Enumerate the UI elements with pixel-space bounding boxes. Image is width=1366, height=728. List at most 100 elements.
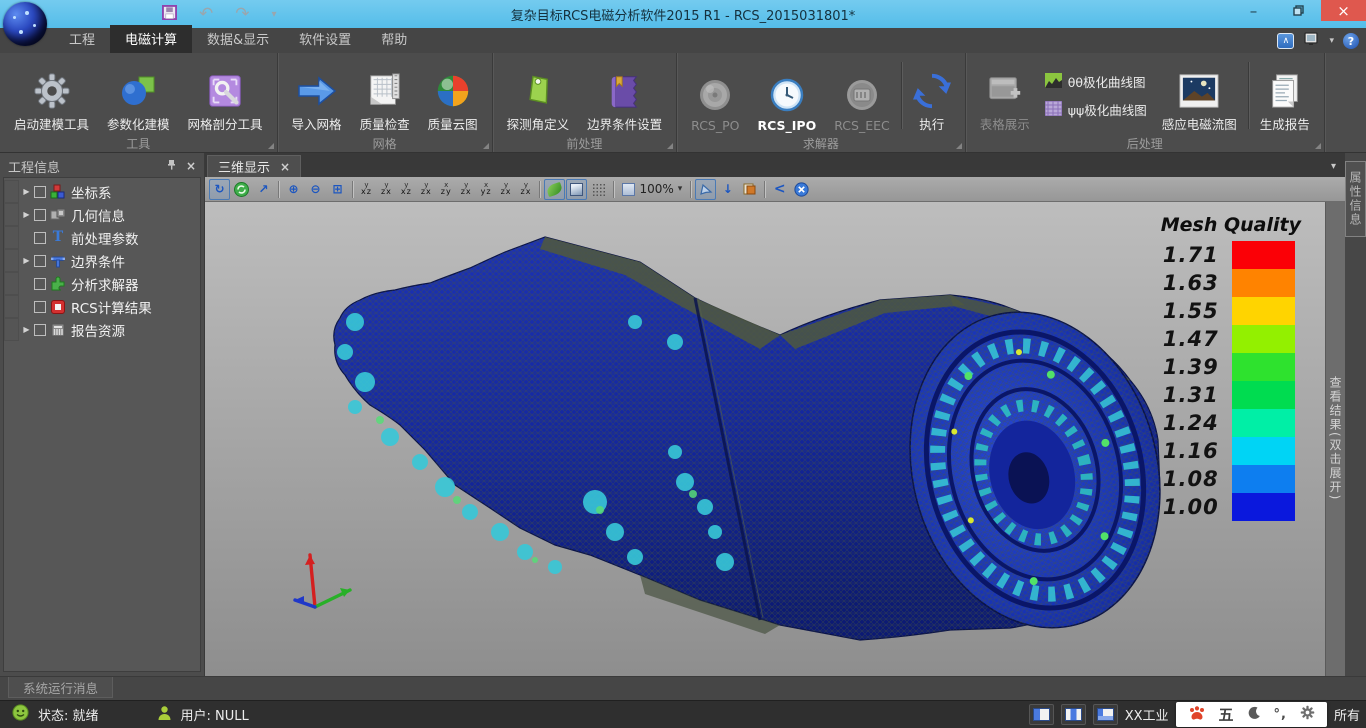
param-modeling-button[interactable]: 参数化建模 [98,56,179,135]
boundary-setting-button[interactable]: 边界条件设置 [578,56,671,135]
zoom-out-button[interactable]: ⊖ [305,179,326,200]
execute-button[interactable]: 执行 [904,56,960,135]
group-expand-icon[interactable] [268,143,274,149]
share-flow-button[interactable]: < [769,179,790,200]
qat-more-icon[interactable]: ▾ [272,6,277,23]
view-preset-iso3-button[interactable]: yzx [517,179,536,200]
layout-bottom-dock-button[interactable] [1093,704,1118,725]
checkbox[interactable] [34,255,46,267]
property-info-tab[interactable]: 属性信息 [1345,161,1366,237]
window-style-icon[interactable] [1303,31,1320,51]
app-logo-icon[interactable] [3,2,47,46]
layout-center-dock-button[interactable] [1061,704,1086,725]
ime-wubi-mode[interactable]: 五 [1219,704,1234,725]
start-modeling-button[interactable]: 启动建模工具 [5,56,98,135]
rcs-ipo-button[interactable]: RCS_IPO [748,56,825,135]
pin-icon[interactable] [166,159,177,174]
checkbox[interactable] [34,278,46,290]
tab-close-icon[interactable]: × [280,160,290,174]
undo-icon[interactable]: ↶ [199,6,213,23]
shaded-mode-button[interactable] [544,179,565,200]
pan-view-button[interactable]: ↗ [253,179,274,200]
expander-icon[interactable]: ▶ [19,187,34,196]
view-preset-right-button[interactable]: yzx [417,179,436,200]
layout-left-dock-button[interactable] [1029,704,1054,725]
redo-icon[interactable]: ↷ [235,6,249,23]
probe-angle-button[interactable]: 探测角定义 [498,56,579,135]
checkbox[interactable] [34,186,46,198]
system-message-tab[interactable]: 系统运行消息 [8,677,113,698]
restore-button[interactable] [1276,0,1321,21]
tree-item-solver[interactable]: 分析求解器 [4,272,200,295]
ime-moon-icon[interactable] [1247,705,1261,724]
gen-report-button[interactable]: 生成报告 [1251,56,1319,135]
expander-icon[interactable]: ▶ [19,256,34,265]
view-preset-back-button[interactable]: yzx [377,179,396,200]
expander-icon[interactable]: ▶ [19,325,34,334]
minimize-button[interactable]: – [1231,0,1276,21]
wireframe-mode-button[interactable] [566,179,587,200]
group-expand-icon[interactable] [667,143,673,149]
tree-item-boundary[interactable]: ▶ 边界条件 [4,249,200,272]
ime-punctuation-mode[interactable]: °, [1274,707,1287,722]
view-preset-left-button[interactable]: yxz [397,179,416,200]
legend-swatch [1232,493,1295,521]
ime-logo-paw-icon[interactable] [1188,705,1206,725]
rcs-eec-button[interactable]: RCS_EEC [825,56,899,135]
zoom-caret-icon[interactable]: ▾ [678,184,683,194]
copy-view-button[interactable] [739,179,760,200]
em-flow-button[interactable]: 感应电磁流图 [1153,56,1246,135]
menu-tab-help[interactable]: 帮助 [366,25,422,53]
cancel-button[interactable] [791,179,812,200]
quality-cloud-button[interactable]: 质量云图 [419,56,487,135]
zoom-fit-button[interactable]: ⊞ [327,179,348,200]
tree-item-geometry[interactable]: ▶ 几何信息 [4,203,200,226]
view-preset-iso1-button[interactable]: xyz [477,179,496,200]
close-button[interactable]: × [1321,0,1366,21]
view-preset-iso2-button[interactable]: yzx [497,179,516,200]
tree-item-coords[interactable]: ▶ 坐标系 [4,180,200,203]
mesh-tool-button[interactable]: 网格剖分工具 [179,56,272,135]
panel-close-icon[interactable]: × [186,159,196,173]
orbit-view-button[interactable] [231,179,252,200]
checkbox[interactable] [34,301,46,313]
style-caret-icon[interactable]: ▾ [1329,36,1334,46]
help-icon[interactable]: ? [1343,33,1359,49]
menu-tab-data-display[interactable]: 数据&显示 [192,25,284,53]
zoom-level-control[interactable]: 100% ▾ [618,182,686,196]
view-preset-front-button[interactable]: yxz [357,179,376,200]
group-expand-icon[interactable] [1315,143,1321,149]
tree-item-rcs-result[interactable]: RCS计算结果 [4,295,200,318]
import-mesh-button[interactable]: 导入网格 [283,56,351,135]
rotate-view-button[interactable]: ↻ [209,179,230,200]
tab-list-caret-icon[interactable]: ▾ [1331,161,1336,172]
group-expand-icon[interactable] [483,143,489,149]
zoom-in-button[interactable]: ⊕ [283,179,304,200]
view-preset-top-button[interactable]: xzy [437,179,456,200]
menu-tab-em-compute[interactable]: 电磁计算 [110,25,192,53]
menu-tab-settings[interactable]: 软件设置 [284,25,366,53]
rcs-po-button[interactable]: RCS_PO [682,56,748,135]
view-preset-bottom-button[interactable]: yzx [457,179,476,200]
save-icon[interactable] [162,5,177,24]
psi-curve-button[interactable]: ψψ极化曲线图 [1045,100,1147,119]
select-tool-button[interactable] [695,179,716,200]
checkbox[interactable] [34,232,46,244]
results-tab[interactable]: 查看结果(双击展开) [1327,376,1344,501]
checkbox[interactable] [34,324,46,336]
expander-icon[interactable]: ▶ [19,210,34,219]
grid-mode-button[interactable] [588,179,609,200]
menu-tab-project[interactable]: 工程 [54,25,110,53]
checkbox[interactable] [34,209,46,221]
ime-settings-gear-icon[interactable] [1300,705,1315,724]
model-canvas[interactable] [205,202,1325,676]
table-show-button[interactable]: 表格展示 [971,56,1039,135]
group-expand-icon[interactable] [956,143,962,149]
tree-item-preprocess[interactable]: T 前处理参数 [4,226,200,249]
theta-curve-button[interactable]: θθ极化曲线图 [1045,72,1147,91]
tab-3d-display[interactable]: 三维显示 × [207,155,301,177]
quality-check-button[interactable]: 质量检查 [351,56,419,135]
arrow-down-button[interactable]: ↓ [717,179,738,200]
collapse-ribbon-icon[interactable]: ∧ [1277,33,1294,49]
tree-item-report[interactable]: ▶ 报告资源 [4,318,200,341]
